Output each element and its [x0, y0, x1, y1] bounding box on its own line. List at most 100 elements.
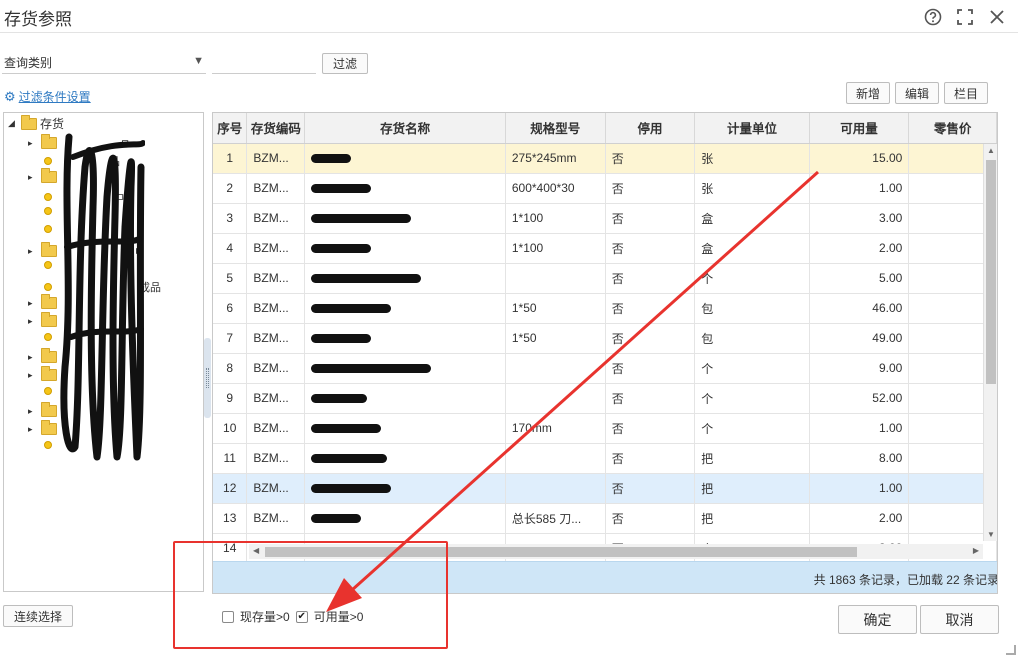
folder-icon [41, 168, 57, 183]
table-row[interactable]: 11 BZM... 否把 8.00 [213, 443, 997, 474]
scroll-down-icon[interactable]: ▼ [987, 530, 995, 539]
cell-spec: 1*50 [505, 293, 606, 324]
folder-icon [41, 366, 57, 381]
horizontal-scrollbar[interactable]: ◀ ▶ [249, 544, 983, 559]
table-row[interactable]: 9 BZM... 否个 52.00 [213, 383, 997, 414]
horizontal-scroll-thumb[interactable] [265, 547, 857, 557]
expand-caret-icon[interactable]: ▸ [28, 424, 38, 435]
cell-index: 14 [213, 533, 248, 564]
vertical-scrollbar[interactable]: ▲ ▼ [983, 144, 997, 541]
leaf-node-icon [44, 157, 52, 165]
tree-folder-node[interactable]: ▸ [28, 402, 57, 417]
query-category-select[interactable]: 查询类别 ▼ [2, 52, 206, 74]
cancel-button[interactable]: 取消 [920, 605, 999, 634]
tree-folder-node[interactable]: ▸ [28, 168, 57, 183]
tree-leaf-node[interactable] [44, 261, 52, 269]
table-row[interactable]: 2 BZM... 600*400*30 否张 1.00 [213, 173, 997, 204]
tree-folder-node[interactable]: ▸ [28, 366, 57, 381]
expand-caret-icon[interactable]: ▸ [28, 298, 38, 309]
cell-spec [505, 443, 606, 474]
table-row[interactable]: 6 BZM... 1*50 否包 46.00 [213, 293, 997, 324]
table-row[interactable]: 13 BZM... 总长585 刀... 否把 2.00 [213, 503, 997, 534]
cell-index: 4 [213, 233, 248, 264]
stock-gt0-checkbox[interactable] [222, 610, 234, 623]
folder-icon [41, 348, 57, 363]
expand-caret-icon[interactable]: ◢ [8, 118, 18, 129]
columns-button[interactable]: 栏目 [944, 82, 988, 104]
close-icon[interactable] [986, 6, 1008, 28]
available-gt0-checkbox[interactable]: ✔ [295, 610, 308, 623]
tree-leaf-node[interactable] [44, 207, 52, 215]
column-header-index[interactable]: 序号 [213, 113, 248, 144]
tree-folder-node[interactable]: ▸ [28, 420, 57, 435]
cell-unit: 盒 [694, 233, 810, 264]
scroll-right-icon[interactable]: ▶ [973, 546, 979, 555]
cell-spec [505, 263, 606, 294]
vertical-scroll-thumb[interactable] [986, 160, 996, 384]
redaction-bar [311, 214, 412, 224]
record-summary: 共 1863 条记录，已加载 22 条记录 [813, 573, 998, 587]
title-bar-icons [922, 6, 1008, 28]
table-row[interactable]: 8 BZM... 否个 9.00 [213, 353, 997, 384]
table-row[interactable]: 10 BZM... 170mm 否个 1.00 [213, 413, 997, 444]
column-header-spec[interactable]: 规格型号 [505, 113, 606, 144]
cell-available: 2.00 [809, 503, 910, 534]
help-icon[interactable] [922, 6, 944, 28]
tree-leaf-node[interactable] [44, 333, 52, 341]
scroll-up-icon[interactable]: ▲ [987, 146, 995, 155]
expand-caret-icon[interactable]: ▸ [28, 370, 38, 381]
expand-caret-icon[interactable]: ▸ [28, 138, 38, 149]
tree-folder-node[interactable]: ▸ [28, 312, 57, 327]
tree-leaf-node[interactable] [44, 441, 52, 449]
leaf-node-icon [44, 441, 52, 449]
scroll-left-icon[interactable]: ◀ [253, 546, 259, 555]
cell-code: BZM... [246, 203, 306, 234]
table-row[interactable]: 4 BZM... 1*100 否盒 2.00 [213, 233, 997, 264]
expand-caret-icon[interactable]: ▸ [28, 172, 38, 183]
continuous-select-button[interactable]: 连续选择 [3, 605, 73, 627]
expand-caret-icon[interactable]: ▸ [28, 246, 38, 257]
column-header-disabled[interactable]: 停用 [605, 113, 696, 144]
cell-name [304, 203, 506, 234]
cell-disabled: 否 [605, 233, 696, 264]
tree-root-node[interactable]: ◢ 存货 [8, 114, 64, 132]
column-header-available[interactable]: 可用量 [809, 113, 910, 144]
folder-icon [41, 294, 57, 309]
tree-leaf-node[interactable] [44, 225, 52, 233]
redaction-bar [311, 514, 362, 524]
tree-folder-node[interactable]: ▸ [28, 348, 57, 363]
query-input[interactable] [212, 52, 316, 74]
add-button[interactable]: 新增 [846, 82, 890, 104]
column-header-name[interactable]: 存货名称 [304, 113, 506, 144]
cell-code: BZM... [246, 263, 306, 294]
filter-button[interactable]: 过滤 [322, 53, 368, 74]
ok-button[interactable]: 确定 [838, 605, 917, 634]
redaction-bar [311, 274, 422, 284]
cell-spec: 275*245mm [505, 143, 606, 174]
cell-code: BZM... [246, 173, 306, 204]
expand-caret-icon[interactable]: ▸ [28, 352, 38, 363]
table-row[interactable]: 1 BZM... 275*245mm 否张 15.00 [213, 143, 997, 174]
column-header-unit[interactable]: 计量单位 [694, 113, 810, 144]
table-row[interactable]: 7 BZM... 1*50 否包 49.00 [213, 323, 997, 354]
maximize-icon[interactable] [954, 6, 976, 28]
expand-caret-icon[interactable]: ▸ [28, 406, 38, 417]
edit-button[interactable]: 编辑 [895, 82, 939, 104]
column-header-retail-price[interactable]: 零售价 [908, 113, 997, 144]
cell-code: BZM... [246, 293, 306, 324]
filter-settings-link[interactable]: ⚙ 过滤条件设置 [4, 88, 91, 105]
cell-unit: 把 [694, 473, 810, 504]
tree-leaf-node[interactable] [44, 387, 52, 395]
tree-folder-node[interactable]: ▸ [28, 294, 57, 309]
expand-caret-icon[interactable]: ▸ [28, 316, 38, 327]
table-row[interactable]: 12 BZM... 否把 1.00 [213, 473, 997, 504]
panel-splitter[interactable] [204, 338, 211, 418]
table-row[interactable]: 5 BZM... 否个 5.00 [213, 263, 997, 294]
table-row[interactable]: 3 BZM... 1*100 否盒 3.00 [213, 203, 997, 234]
cell-unit: 个 [694, 413, 810, 444]
resize-grip-icon[interactable] [1006, 645, 1016, 655]
cell-available: 1.00 [809, 173, 910, 204]
cell-index: 2 [213, 173, 248, 204]
cell-available: 9.00 [809, 353, 910, 384]
column-header-code[interactable]: 存货编码 [246, 113, 306, 144]
